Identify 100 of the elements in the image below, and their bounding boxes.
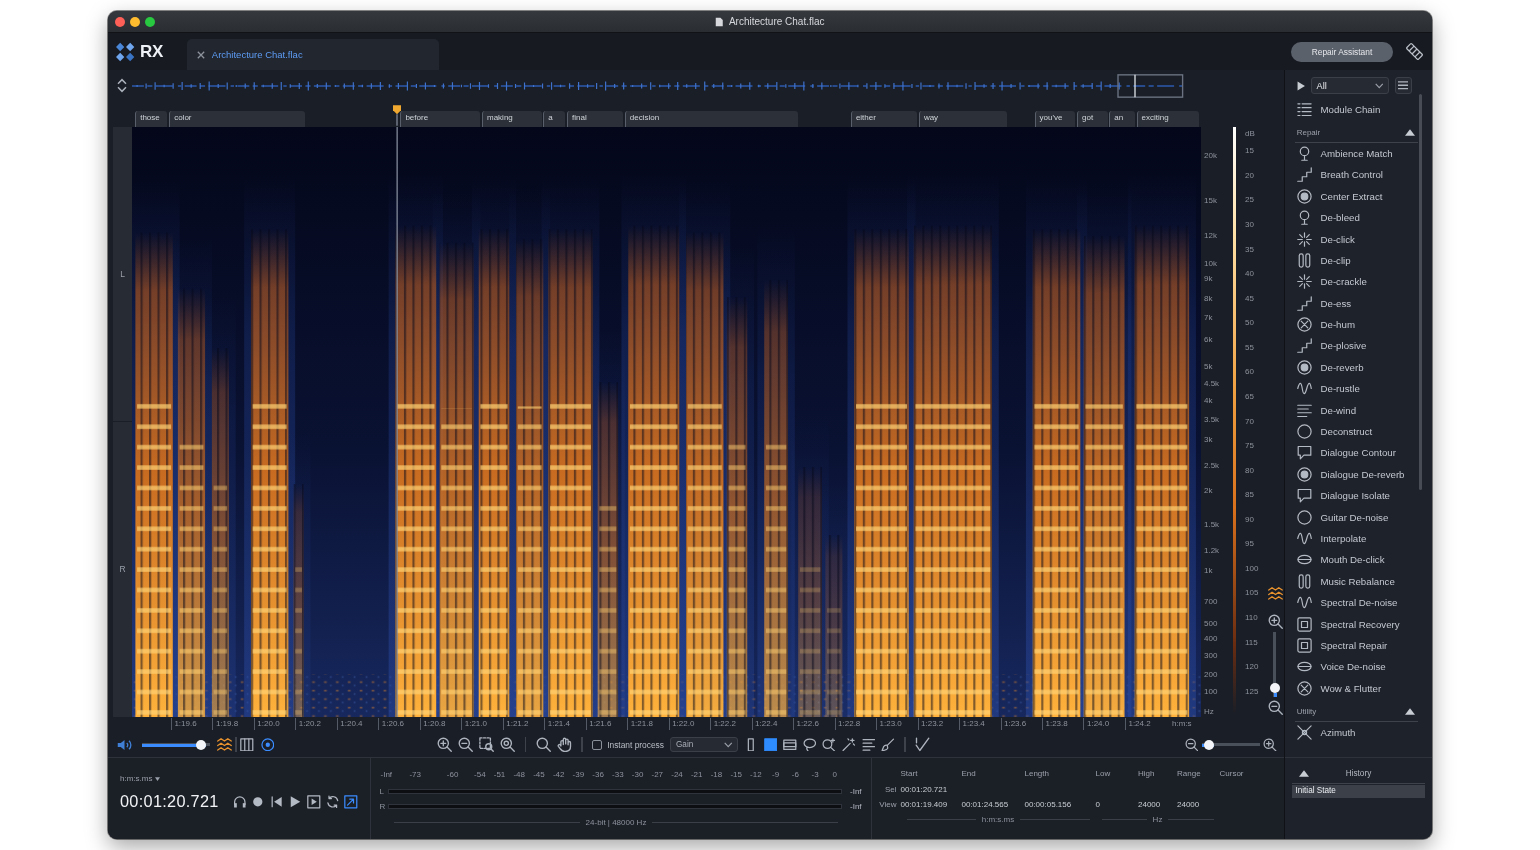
module-list-item[interactable]: Center Extract	[1285, 185, 1417, 207]
transcript-word[interactable]: a	[543, 111, 566, 127]
headphones-icon[interactable]	[232, 795, 247, 809]
module-list-item[interactable]: Voice De-noise	[1285, 656, 1417, 678]
hand-icon[interactable]	[556, 737, 572, 753]
history-header[interactable]: History	[1292, 763, 1425, 784]
history-item[interactable]: Initial State	[1292, 785, 1425, 799]
magnifier-sparkle-icon[interactable]	[822, 737, 836, 752]
section-header[interactable]: Repair	[1295, 120, 1419, 143]
process-mode-dropdown[interactable]: Gain	[670, 737, 738, 753]
module-list-item[interactable]: Spectral Recovery	[1285, 613, 1417, 635]
module-list-item[interactable]: Wow & Flutter	[1285, 677, 1417, 699]
module-list-item[interactable]: Spectral De-noise	[1285, 592, 1417, 614]
brush-icon[interactable]	[881, 737, 895, 752]
zoom-in-icon[interactable]	[1267, 613, 1283, 629]
up-down-chevrons-icon[interactable]	[116, 78, 127, 93]
columns-icon[interactable]	[240, 737, 254, 752]
playhead-marker-icon[interactable]	[392, 104, 402, 127]
magnifier-icon[interactable]	[535, 737, 551, 753]
zoom-fit-icon[interactable]	[500, 737, 516, 753]
stacked-waves-icon[interactable]	[216, 737, 232, 752]
module-list-item[interactable]: Spectral Repair	[1285, 634, 1417, 657]
module-list-item[interactable]: Dialogue Isolate	[1285, 485, 1417, 507]
module-list-item[interactable]: Deconstruct	[1285, 420, 1417, 443]
checkbox[interactable]	[592, 739, 603, 750]
frequency-label: 500	[1204, 618, 1218, 628]
triangle-up-icon[interactable]	[1405, 129, 1415, 137]
play-icon[interactable]	[288, 795, 303, 809]
zoom-in-icon[interactable]	[437, 737, 453, 753]
slider-fill[interactable]	[1201, 739, 1214, 750]
zoom-in-icon[interactable]	[1263, 737, 1277, 752]
module-list-item[interactable]: Music Rebalance	[1285, 570, 1417, 592]
transcript-word[interactable]: got	[1077, 111, 1108, 127]
steps-icon	[1297, 167, 1312, 183]
transcript-word[interactable]: final	[567, 111, 624, 127]
close-button[interactable]	[115, 16, 125, 27]
list-view-button[interactable]	[1394, 77, 1412, 94]
transcript-word[interactable]: before	[400, 111, 481, 127]
module-list-item[interactable]: De-ess	[1285, 292, 1417, 314]
module-list-item[interactable]: De-rustle	[1285, 378, 1417, 400]
module-list-item[interactable]: Dialogue Contour	[1285, 442, 1417, 464]
boxed-play-icon[interactable]	[307, 795, 321, 809]
transcript-word[interactable]: exciting	[1136, 111, 1200, 127]
scrollbar[interactable]	[1418, 94, 1422, 490]
skip-back-icon[interactable]	[269, 795, 284, 809]
module-list-item[interactable]: De-hum	[1285, 313, 1417, 336]
transcript-word[interactable]: making	[482, 111, 542, 127]
close-icon[interactable]	[196, 50, 205, 59]
zoom-selection-icon[interactable]	[479, 737, 495, 753]
transcript-word[interactable]: color	[169, 111, 306, 127]
triangle-up-icon[interactable]	[1299, 769, 1309, 777]
module-list-item[interactable]: De-crackle	[1285, 271, 1417, 293]
zoom-out-icon[interactable]	[1184, 737, 1199, 752]
module-list-item[interactable]: De-wind	[1285, 399, 1417, 421]
ring-dot-icon[interactable]	[260, 737, 275, 752]
minimize-button[interactable]	[130, 16, 140, 27]
wide-rect-icon[interactable]	[783, 737, 797, 752]
module-list-item[interactable]: De-click	[1285, 228, 1417, 250]
check-icon[interactable]	[915, 737, 931, 753]
boxed-arrow-icon[interactable]	[344, 795, 358, 809]
tilted-ladder-icon[interactable]	[1405, 42, 1424, 61]
module-list-item[interactable]: Guitar De-noise	[1285, 506, 1417, 528]
transcript-word[interactable]: decision	[624, 111, 799, 127]
spectrogram[interactable]	[132, 126, 1201, 717]
module-list-item[interactable]: Breath Control	[1285, 164, 1417, 186]
zoom-out-icon[interactable]	[458, 737, 474, 753]
record-icon[interactable]	[251, 795, 265, 809]
wand-icon[interactable]	[841, 737, 856, 752]
filter-dropdown[interactable]: All	[1310, 77, 1389, 94]
play-icon[interactable]	[1297, 80, 1306, 91]
maximize-button[interactable]	[145, 16, 155, 27]
loop-icon[interactable]	[325, 795, 340, 809]
module-list-item[interactable]: De-bleed	[1285, 206, 1417, 229]
zoom-out-icon[interactable]	[1267, 699, 1283, 715]
square-icon[interactable]	[763, 737, 778, 752]
transcript-word[interactable]: an	[1109, 111, 1135, 127]
slider-thumb[interactable]	[1270, 683, 1280, 694]
speaker-icon[interactable]	[116, 738, 132, 751]
time-format-dropdown[interactable]: h:m:s.ms	[120, 774, 161, 784]
transcript-word[interactable]: either	[850, 111, 918, 127]
module-list-item[interactable]: De-reverb	[1285, 356, 1417, 379]
repair-assistant-button[interactable]: Repair Assistant	[1291, 41, 1393, 62]
transcript-word[interactable]: those	[135, 111, 168, 127]
stacked-lines-icon[interactable]	[861, 737, 876, 752]
module-list-item[interactable]: De-plosive	[1285, 335, 1417, 357]
module-list-item[interactable]: Mouth De-click	[1285, 549, 1417, 571]
instant-process-toggle[interactable]: Instant process	[592, 739, 664, 750]
stacked-waves-icon[interactable]	[1267, 587, 1283, 601]
triangle-up-icon[interactable]	[1405, 708, 1415, 716]
file-tab[interactable]: Architecture Chat.flac	[186, 39, 439, 70]
module-chain-item[interactable]: Module Chain	[1285, 98, 1417, 120]
module-list-item[interactable]: Interpolate	[1285, 527, 1417, 550]
transcript-word[interactable]: way	[918, 111, 1008, 127]
lasso-icon[interactable]	[802, 737, 817, 752]
section-header[interactable]: Utility	[1295, 698, 1419, 722]
module-list-item[interactable]: Dialogue De-reverb	[1285, 463, 1417, 486]
module-list-item[interactable]: Azimuth	[1285, 721, 1417, 744]
module-list-item[interactable]: De-clip	[1285, 249, 1417, 272]
module-list-item[interactable]: Ambience Match	[1285, 142, 1417, 165]
transcript-word[interactable]: you've	[1034, 111, 1076, 127]
